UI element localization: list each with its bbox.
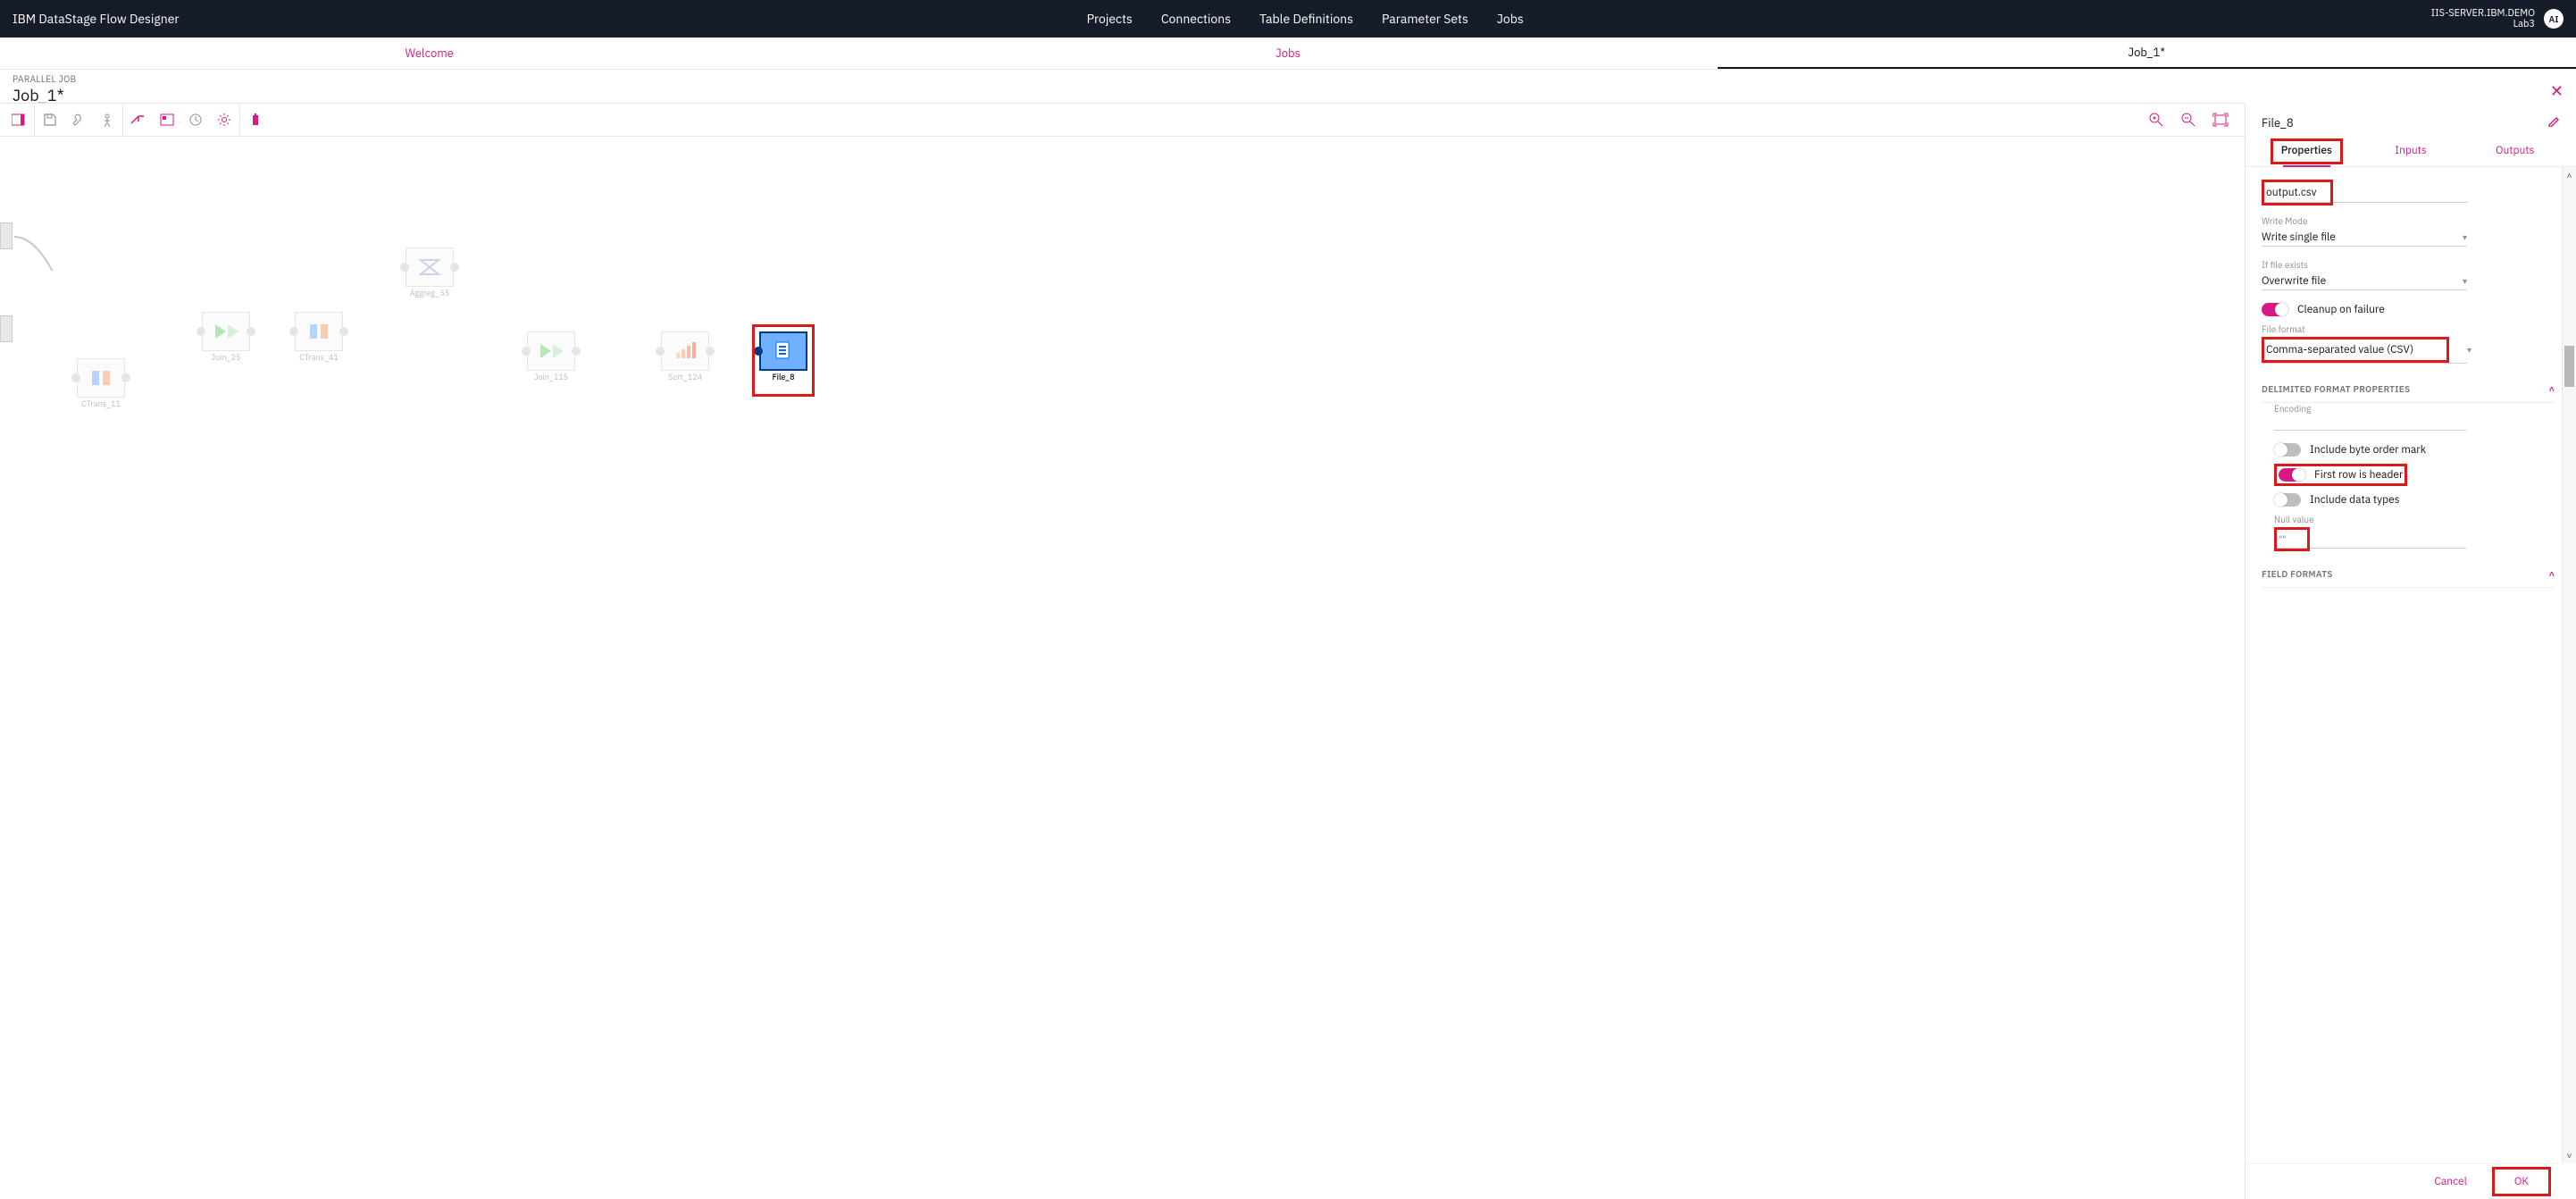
app-header: IBM DataStage Flow Designer Projects Con…	[0, 0, 2576, 38]
node-join115[interactable]: Join_115	[527, 331, 575, 382]
tab-jobs[interactable]: Jobs	[858, 38, 1717, 69]
run-icon[interactable]	[99, 112, 115, 128]
nav-projects[interactable]: Projects	[1087, 11, 1133, 27]
header-label: First row is header	[2314, 468, 2403, 482]
job-type-crumb: PARALLEL JOB	[13, 73, 77, 85]
cleanup-toggle[interactable]: Cleanup on failure	[2262, 303, 2555, 316]
node-aggreg55[interactable]: Aggreg_55	[406, 247, 454, 298]
if-exists-label: If file exists	[2262, 259, 2555, 271]
write-mode-select[interactable]: Write single file▾	[2262, 229, 2467, 247]
close-panel-button[interactable]: ✕	[2550, 73, 2563, 101]
node-label: Join_115	[527, 373, 575, 382]
file-format-highlight: Comma-separated value (CSV)	[2262, 337, 2449, 363]
ok-button[interactable]: OK	[2492, 1167, 2551, 1196]
node-file8[interactable]: File_8	[759, 331, 807, 382]
scroll-thumb[interactable]	[2564, 346, 2574, 387]
file-format-select[interactable]: Comma-separated value (CSV)	[2266, 341, 2445, 358]
null-value-label: Null value	[2274, 514, 2555, 525]
nav-table-definitions[interactable]: Table Definitions	[1259, 11, 1353, 27]
panel-toggle-icon[interactable]	[11, 112, 27, 128]
wrench-icon[interactable]	[71, 112, 87, 128]
edge-source-1[interactable]	[0, 222, 13, 249]
node-label: File_8	[759, 373, 807, 382]
scroll-down-arrow[interactable]: ˅	[2563, 1147, 2576, 1163]
toolbar	[0, 103, 2245, 137]
encoding-label: Encoding	[2274, 403, 2555, 415]
server-info: IIS-SERVER.IBM.DEMO Lab3	[2431, 8, 2535, 29]
node-label: CTrans_11	[77, 399, 125, 409]
bom-toggle[interactable]: Include byte order mark	[2274, 443, 2555, 457]
filename-input[interactable]: output.csv	[2266, 184, 2329, 201]
user-avatar[interactable]: AI	[2544, 9, 2563, 29]
filename-highlight: output.csv	[2262, 180, 2333, 205]
panel-tabs: Properties Inputs Outputs	[2246, 135, 2576, 167]
bom-label: Include byte order mark	[2310, 443, 2426, 457]
node-ctrans11[interactable]: CTrans_11	[77, 358, 125, 409]
node-label: Join_25	[202, 353, 250, 363]
annotation-icon[interactable]	[159, 112, 175, 128]
types-toggle[interactable]: Include data types	[2274, 493, 2555, 507]
write-mode-label: Write Mode	[2262, 215, 2555, 227]
top-nav: Projects Connections Table Definitions P…	[180, 11, 2431, 27]
file-format-value: Comma-separated value (CSV)	[2266, 343, 2413, 356]
project-name: Lab3	[2431, 19, 2535, 29]
canvas[interactable]: CTrans_11 Join_25 CTrans_41 Aggreg_55 Jo…	[0, 137, 2245, 1199]
encoding-input[interactable]	[2274, 416, 2466, 431]
clock-icon[interactable]	[188, 112, 204, 128]
edit-name-icon[interactable]	[2547, 113, 2560, 131]
panel-tab-inputs[interactable]: Inputs	[2359, 135, 2463, 166]
save-icon[interactable]	[42, 112, 58, 128]
link-icon[interactable]	[130, 112, 146, 128]
node-sort124[interactable]: Sort_124	[661, 331, 709, 382]
delete-icon[interactable]	[247, 112, 263, 128]
types-label: Include data types	[2310, 493, 2400, 507]
node-label: Aggreg_55	[406, 289, 454, 298]
brand: IBM DataStage Flow Designer	[13, 11, 180, 27]
node-label: Sort_124	[661, 373, 709, 382]
chevron-up-icon: ˄	[2549, 383, 2555, 395]
nav-connections[interactable]: Connections	[1161, 11, 1231, 27]
cancel-button[interactable]: Cancel	[2420, 1170, 2481, 1194]
if-exists-value: Overwrite file	[2262, 274, 2326, 288]
tab-welcome[interactable]: Welcome	[0, 38, 858, 69]
cleanup-label: Cleanup on failure	[2297, 303, 2385, 316]
panel-scrollbar[interactable]: ˄ ˅	[2562, 167, 2576, 1163]
page-tabs: Welcome Jobs Job_1*	[0, 38, 2576, 70]
edge-source-2[interactable]	[0, 315, 13, 342]
panel-tab-outputs[interactable]: Outputs	[2463, 135, 2567, 166]
gear-icon[interactable]	[216, 112, 232, 128]
header-toggle[interactable]: First row is header	[2274, 464, 2407, 486]
field-formats-title: FIELD FORMATS	[2262, 568, 2333, 580]
delimited-section-title: DELIMITED FORMAT PROPERTIES	[2262, 383, 2410, 395]
file-format-label: File format	[2262, 323, 2555, 335]
panel-title: File_8	[2262, 115, 2294, 130]
write-mode-value: Write single file	[2262, 231, 2336, 244]
nav-parameter-sets[interactable]: Parameter Sets	[1382, 11, 1468, 27]
node-label: CTrans_41	[295, 353, 343, 363]
fit-icon[interactable]	[2212, 112, 2229, 128]
chevron-up-icon: ˄	[2549, 568, 2555, 580]
delimited-section-header[interactable]: DELIMITED FORMAT PROPERTIES ˄	[2262, 376, 2555, 403]
node-join25[interactable]: Join_25	[202, 312, 250, 363]
if-exists-select[interactable]: Overwrite file▾	[2262, 272, 2467, 290]
null-value-input[interactable]: ""	[2279, 532, 2305, 547]
title-bar: PARALLEL JOB Job_1* ✕	[0, 70, 2576, 105]
nav-jobs[interactable]: Jobs	[1497, 11, 1524, 27]
tab-job1[interactable]: Job_1*	[1718, 38, 2576, 69]
zoom-out-icon[interactable]	[2180, 112, 2196, 128]
scroll-up-arrow[interactable]: ˄	[2563, 167, 2576, 183]
null-value-highlight: ""	[2274, 527, 2310, 551]
field-formats-section-header[interactable]: FIELD FORMATS ˄	[2262, 561, 2555, 588]
panel-tab-properties[interactable]: Properties	[2254, 135, 2359, 166]
node-ctrans41[interactable]: CTrans_41	[295, 312, 343, 363]
zoom-in-icon[interactable]	[2148, 112, 2164, 128]
properties-panel: File_8 Properties Inputs Outputs output.…	[2246, 103, 2576, 1199]
